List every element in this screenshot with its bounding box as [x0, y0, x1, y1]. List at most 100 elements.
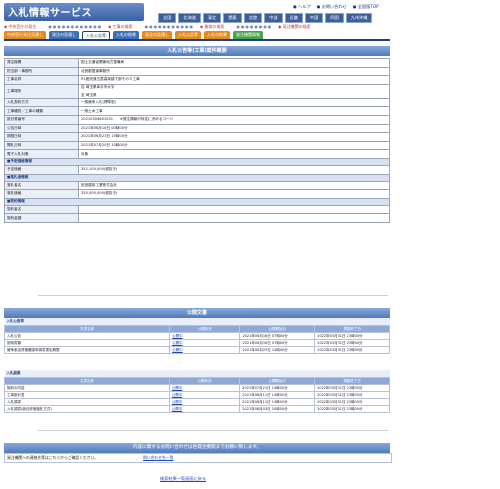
contact-link[interactable]: ● お問い合わせ — [317, 4, 347, 10]
col-header-status: 公開状況 — [168, 377, 241, 385]
doc-status-link[interactable]: 公開中 — [172, 348, 183, 352]
region-tab-shikoku[interactable]: 四国 — [325, 13, 344, 23]
region-tab-chugoku[interactable]: 中国 — [304, 13, 324, 23]
subnav-central[interactable]: ◆ 中央官庁の発注 — [4, 24, 42, 30]
row-label: 公告日時 — [4, 123, 79, 134]
table-row: 競争参加資格確認申請書提出期限 公開中 2021年06月23日 14時00分 2022… — [3, 346, 390, 354]
site-header: 入札情報サービス ● ヘルプ ● お問い合わせ ● 全国版TOP 全国 北海道 … — [0, 0, 500, 40]
row-value: 330,000,000(税抜き) — [78, 189, 390, 199]
contact-banner: 内容に関するお問い合わせは各発注機関までお願い致します。 — [4, 443, 390, 453]
row-label: 発注機関 — [4, 58, 79, 68]
design-number-note: ※発注情報が特定に決めるコード — [119, 117, 174, 122]
region-tab-chubu[interactable]: 中部 — [264, 13, 283, 23]
doc-status-link[interactable]: 公開中 — [172, 407, 183, 411]
region-tab-tohoku[interactable]: 東北 — [202, 13, 222, 23]
group-header-contract: ■契約情報 — [4, 197, 390, 206]
doc-name: 競争参加資格確認申請書提出期限 — [3, 346, 171, 354]
table-row: 入札契約方式 一般競争入札(標準型) — [4, 97, 390, 108]
doc-start: 2021年06月23日 14時00分 — [239, 346, 316, 354]
col-header-start: 公開開始日 — [239, 377, 316, 385]
row-label: 設計書番号 — [4, 114, 79, 125]
table-row: 落札者名 前田建設工業株式会社 — [4, 180, 390, 191]
design-number: 20210304601031 — [81, 117, 114, 122]
row-value: 一般競争入札(標準型) — [78, 97, 390, 108]
notice-documents-table: 入札公告等 文書名称 公開状況 公開開始日 掲載終了日 入札公告 公開中 2021年… — [3, 318, 390, 354]
doc-end: 2022年03月31日 23時00分 — [314, 332, 390, 340]
row-value: R1圏央道五霞高架橋下部その５工事 — [78, 75, 390, 85]
table-subtitle: 入札公告等 — [4, 318, 390, 326]
doc-end: 2022年03月31日 23時00分 — [314, 391, 390, 399]
table-row: 工事名称 R1圏央道五霞高架橋下部その５工事 — [4, 75, 390, 85]
row-label: 契約金額 — [4, 213, 79, 223]
row-value: 2021年06月23日 15時00分 — [78, 132, 390, 142]
table-row: 工事種別／工事の種類 一般土木工事 — [4, 106, 390, 116]
site-title: 入札情報サービス — [8, 8, 92, 19]
doc-start: 2021年06月16日 07時00分 — [239, 339, 316, 347]
doc-status-link[interactable]: 公開中 — [172, 334, 183, 338]
row-value: 352,100,000(税抜き) — [78, 164, 390, 175]
contact-list-link[interactable]: 問い合わせ先一覧 — [143, 455, 173, 461]
subnav-construction[interactable]: ◆ 工事の検索 — [108, 24, 138, 30]
table-row: 入札調書 公開中 2021年08月11日 14時00分 2022年03月31日 23時… — [4, 398, 390, 406]
table-row: 入札公告 公開中 2021年06月16日 07時00分 2022年03月31日 23時… — [3, 332, 390, 340]
table-row: 公告日時 2021年06月16日 00時00分 — [4, 123, 390, 134]
doc-start: 2021年07月21日 14時00分 — [239, 384, 316, 392]
doc-status-link[interactable]: 公開中 — [172, 400, 183, 404]
help-link[interactable]: ● ヘルプ — [293, 4, 311, 10]
col-header-end: 掲載終了日 — [314, 325, 390, 333]
doc-end: 2022年03月31日 23時00分 — [314, 405, 390, 413]
divider — [38, 295, 388, 296]
table-row: 契約金額 — [4, 213, 390, 223]
region-tab-kyushu[interactable]: 九州沖縄 — [345, 13, 373, 23]
site-from: 自 埼玉県幸手市大字 — [81, 84, 115, 89]
site-to: 至 埼玉県 — [81, 92, 97, 97]
back-to-results-link[interactable]: 検索結果一覧画面に戻る — [160, 476, 206, 482]
doc-status-link[interactable]: 公開中 — [172, 386, 183, 390]
contact-label: 発注機関への連絡先等はこちらからご確認ください。 — [7, 455, 99, 460]
region-tab-zenkoku[interactable]: 全国 — [158, 13, 177, 23]
row-label: 開札日時 — [4, 140, 79, 151]
row-value: 自 埼玉県幸手市大字至 埼玉県 — [78, 83, 390, 99]
table-row: 落札価格 330,000,000(税抜き) — [4, 189, 390, 199]
table-row: 契約者名 — [4, 204, 390, 215]
region-tab-kinki[interactable]: 近畿 — [284, 13, 303, 23]
col-header-end: 掲載終了日 — [314, 377, 390, 385]
col-header-start: 公開開始日 — [239, 325, 316, 333]
group-header-winner: ■落札者情報 — [4, 173, 390, 182]
subnav-divider: ●●●●●●●● — [236, 24, 273, 29]
region-tab-hokkaido[interactable]: 北海道 — [178, 13, 201, 23]
col-header-name: 文書名称 — [4, 377, 170, 385]
doc-end: 2022年03月31日 23時00分 — [314, 339, 390, 347]
subnav-service[interactable]: ◆ 業務の検索 — [200, 24, 230, 30]
table-row: 期限日時 2021年06月23日 15時00分 — [4, 132, 390, 142]
row-value: 北首都国道事務所 — [78, 66, 390, 77]
col-header-status: 公開状況 — [169, 325, 241, 333]
group-header-estimate: ■予定価格情報 — [4, 157, 390, 166]
doc-start: 2021年08月11日 14時00分 — [239, 398, 316, 406]
region-tabs: 全国 北海道 東北 関東 北陸 中部 近畿 中国 四国 九州沖縄 — [158, 13, 373, 23]
table-row: 契約の内容 公開中 2021年07月21日 14時00分 2022年03月31日 23… — [4, 384, 390, 392]
doc-name: 入札調書 — [4, 398, 170, 406]
section-title-overview: 入札公告等(工事)案件概要 — [4, 46, 390, 56]
row-value: 2021年07月20日 10時00分 — [78, 140, 390, 151]
doc-status-link[interactable]: 公開中 — [172, 393, 183, 397]
row-value — [78, 204, 390, 215]
subnav-divider: ●●●●●●●●●●● — [144, 24, 195, 29]
top-page-link[interactable]: ● 全国版TOP — [353, 4, 379, 10]
doc-name: 入札公告 — [3, 332, 171, 340]
table-row: 工事場所自 埼玉県幸手市大字至 埼玉県 — [4, 83, 390, 99]
overview-table: 発注機関 国土交通省関東地方整備局 担当部・事務所 北首都国道事務所 工事名称 R1圏… — [4, 58, 390, 223]
doc-start: 2021年08月03日 20時00分 — [239, 405, 316, 413]
doc-end: 2022年03月31日 23時00分 — [314, 346, 390, 354]
table-header-row: 文書名称 公開状況 公開開始日 掲載終了日 — [4, 377, 390, 385]
subnav-divider: ●●●●●●●●●●●● — [48, 24, 103, 29]
row-label: 工事名称 — [4, 75, 79, 85]
doc-status-link[interactable]: 公開中 — [172, 341, 183, 345]
region-tab-hokuriku[interactable]: 北陸 — [243, 13, 263, 23]
row-value: 20210304601031 ※発注情報が特定に決めるコード — [78, 114, 390, 125]
row-label: 入札契約方式 — [4, 97, 79, 108]
region-tab-kanto[interactable]: 関東 — [223, 13, 242, 23]
table-subtitle: 入札結果 — [4, 370, 390, 378]
subnav-agency[interactable]: ◆ 発注機関の検索 — [278, 24, 316, 30]
contact-row: 発注機関への連絡先等はこちらからご確認ください。 問い合わせ先一覧 — [4, 453, 392, 463]
